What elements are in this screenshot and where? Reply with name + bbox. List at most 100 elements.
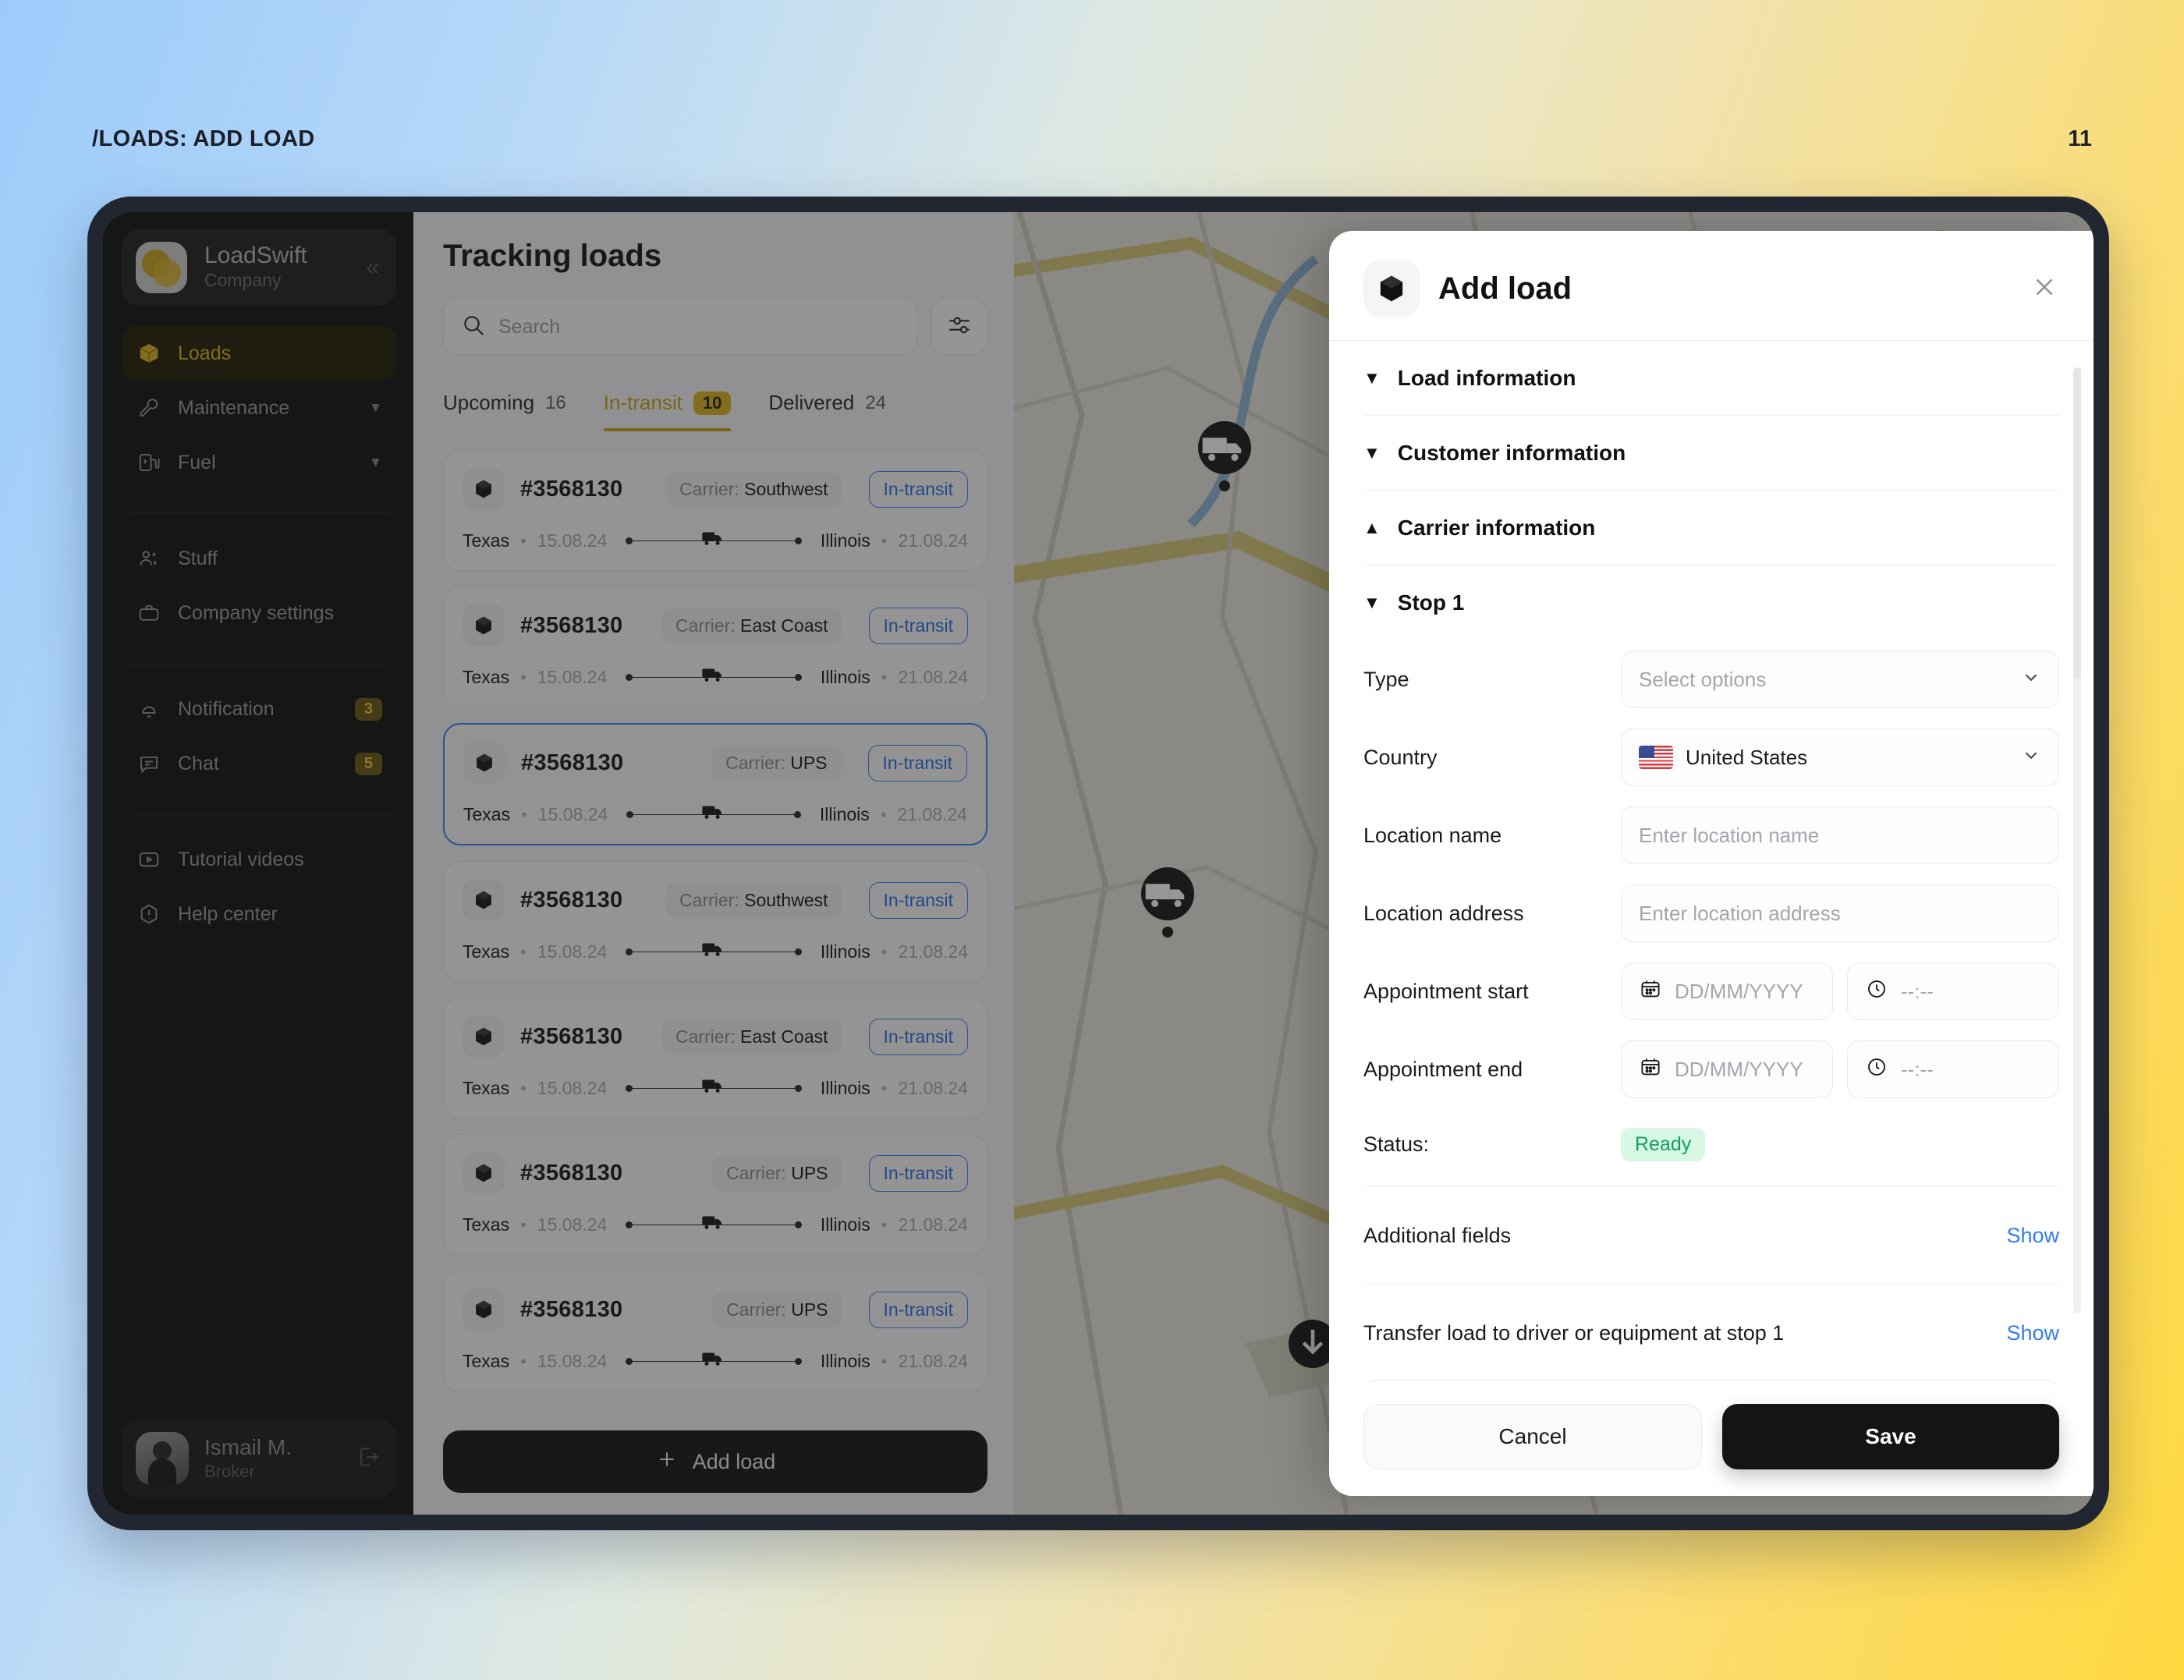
- sidebar-divider: [129, 664, 388, 665]
- clock-icon: [1865, 1055, 1888, 1084]
- video-icon: [136, 846, 162, 873]
- type-select[interactable]: Select options: [1621, 650, 2059, 708]
- chevron-down-icon[interactable]: ▼: [369, 455, 382, 470]
- status-badge: In-transit: [868, 881, 968, 919]
- sidebar-item-chat[interactable]: Chat 5: [122, 736, 396, 791]
- status-badge: In-transit: [868, 607, 968, 644]
- sidebar-item-label: Help center: [178, 902, 278, 925]
- nav-group-comms: Notification 3 Chat 5: [122, 682, 396, 791]
- box-icon: [463, 879, 505, 921]
- origin-date: 15.08.24: [537, 1078, 608, 1098]
- load-id: #3568130: [520, 1296, 623, 1322]
- brand-subtitle: Company: [204, 270, 282, 291]
- load-card[interactable]: #3568130 Carrier: Southwest In-transit Texa…: [443, 861, 987, 982]
- separator-dot: •: [521, 804, 527, 824]
- load-card[interactable]: #3568130 Carrier: UPS In-transit Texas • 15.0…: [443, 723, 987, 845]
- modal-scrollbar[interactable]: [2073, 367, 2081, 1313]
- add-load-button[interactable]: Add load: [443, 1430, 987, 1493]
- load-card[interactable]: #3568130 Carrier: UPS In-transit Texas • 15.0…: [443, 1134, 987, 1255]
- location-name-placeholder: Enter location name: [1639, 823, 1820, 847]
- load-list: #3568130 Carrier: Southwest In-transit Texa…: [413, 431, 1014, 1391]
- sidebar-item-company-settings[interactable]: Company settings: [122, 586, 396, 640]
- search-box[interactable]: [443, 299, 917, 355]
- load-id: #3568130: [520, 476, 623, 502]
- sidebar-item-fuel[interactable]: Fuel ▼: [122, 435, 396, 490]
- field-label: Country: [1363, 745, 1438, 769]
- tab-in-transit[interactable]: In-transit 10: [603, 391, 732, 431]
- additional-fields-label: Additional fields: [1363, 1223, 1512, 1247]
- tab-count: 10: [693, 391, 732, 415]
- truck-marker-2[interactable]: [1141, 867, 1194, 920]
- route-progress: [626, 806, 801, 819]
- section-customer-information[interactable]: ▼ Customer information: [1363, 416, 2059, 491]
- sidebar-item-notification[interactable]: Notification 3: [122, 682, 396, 736]
- status-badge: In-transit: [867, 744, 967, 782]
- appointment-start-date-input[interactable]: DD/MM/YYYY: [1621, 962, 1833, 1020]
- sidebar-item-stuff[interactable]: Stuff: [122, 531, 396, 586]
- user-role: Broker: [204, 1461, 255, 1481]
- clock-icon: [1865, 977, 1888, 1006]
- truck-icon: [702, 1351, 725, 1372]
- time-placeholder: --:--: [1901, 979, 1934, 1003]
- section-stop-1[interactable]: ▼ Stop 1: [1363, 565, 2059, 640]
- section-label: Carrier information: [1397, 515, 1596, 540]
- loadswift-logo-icon: [136, 242, 187, 293]
- cancel-button[interactable]: Cancel: [1363, 1404, 1702, 1469]
- truck-icon: [702, 1078, 725, 1099]
- load-card[interactable]: #3568130 Carrier: East Coast In-transit Tex…: [443, 587, 987, 707]
- dest-date: 21.08.24: [898, 1078, 968, 1098]
- chevrons-left-icon[interactable]: «: [366, 254, 382, 281]
- location-name-input[interactable]: Enter location name: [1621, 806, 2059, 864]
- close-icon[interactable]: [2030, 272, 2059, 306]
- additional-fields-show-link[interactable]: Show: [2006, 1224, 2059, 1248]
- appointment-start-time-input[interactable]: --:--: [1847, 962, 2059, 1020]
- chevron-down-icon[interactable]: ▼: [369, 400, 382, 416]
- box-icon: [463, 742, 505, 784]
- chat-icon: [136, 750, 162, 777]
- section-carrier-information[interactable]: ▲ Carrier information: [1363, 491, 2059, 565]
- dest-place: Illinois: [820, 1214, 870, 1235]
- brand-card[interactable]: LoadSwift Company «: [122, 229, 396, 306]
- logout-icon[interactable]: [356, 1444, 382, 1474]
- load-card[interactable]: #3568130 Carrier: East Coast In-transit Tex…: [443, 998, 987, 1118]
- page-caption: /LOADS: ADD LOAD: [92, 126, 315, 151]
- tab-delivered[interactable]: Delivered 24: [768, 391, 886, 431]
- separator-dot: •: [520, 941, 526, 962]
- separator-dot: •: [881, 1351, 888, 1371]
- section-load-information[interactable]: ▼ Load information: [1363, 341, 2059, 416]
- load-card[interactable]: #3568130 Carrier: UPS In-transit Texas • 15.0…: [443, 1271, 987, 1391]
- next-field-preview[interactable]: [1363, 1380, 2059, 1384]
- nav-group-primary: Loads Maintenance ▼ Fuel ▼: [122, 326, 396, 490]
- appointment-end-time-input[interactable]: --:--: [1847, 1040, 2059, 1098]
- user-profile-card[interactable]: Ismail M. Broker: [122, 1419, 396, 1497]
- load-card[interactable]: #3568130 Carrier: Southwest In-transit Texa…: [443, 450, 987, 571]
- box-icon: [463, 604, 505, 647]
- sidebar-item-tutorial-videos[interactable]: Tutorial videos: [122, 832, 396, 887]
- sidebar-item-maintenance[interactable]: Maintenance ▼: [122, 381, 396, 435]
- appointment-end-date-input[interactable]: DD/MM/YYYY: [1621, 1040, 1833, 1098]
- location-address-input[interactable]: Enter location address: [1621, 884, 2059, 942]
- transfer-load-show-link[interactable]: Show: [2006, 1321, 2059, 1345]
- type-placeholder: Select options: [1639, 667, 1767, 691]
- chevron-down-icon: [2021, 667, 2041, 693]
- sidebar-item-loads[interactable]: Loads: [122, 326, 396, 381]
- country-select[interactable]: United States: [1621, 728, 2059, 786]
- truck-marker-1[interactable]: [1198, 421, 1251, 474]
- dest-place: Illinois: [819, 804, 870, 824]
- carrier-label: Carrier:: [725, 752, 785, 773]
- wrench-icon: [136, 395, 162, 421]
- save-button[interactable]: Save: [1722, 1404, 2059, 1469]
- box-icon: [463, 1015, 505, 1058]
- filter-button[interactable]: [931, 299, 987, 355]
- separator-dot: •: [881, 667, 888, 687]
- tab-upcoming[interactable]: Upcoming 16: [443, 391, 566, 431]
- search-input[interactable]: [498, 315, 899, 338]
- briefcase-icon: [136, 600, 162, 626]
- sidebar-item-label: Chat: [178, 752, 219, 774]
- origin-date: 15.08.24: [537, 941, 608, 962]
- us-flag-icon: [1639, 746, 1673, 769]
- origin-place: Texas: [463, 667, 510, 687]
- search-icon: [461, 313, 486, 342]
- sidebar-item-label: Fuel: [178, 451, 216, 473]
- sidebar-item-help-center[interactable]: Help center: [122, 887, 396, 941]
